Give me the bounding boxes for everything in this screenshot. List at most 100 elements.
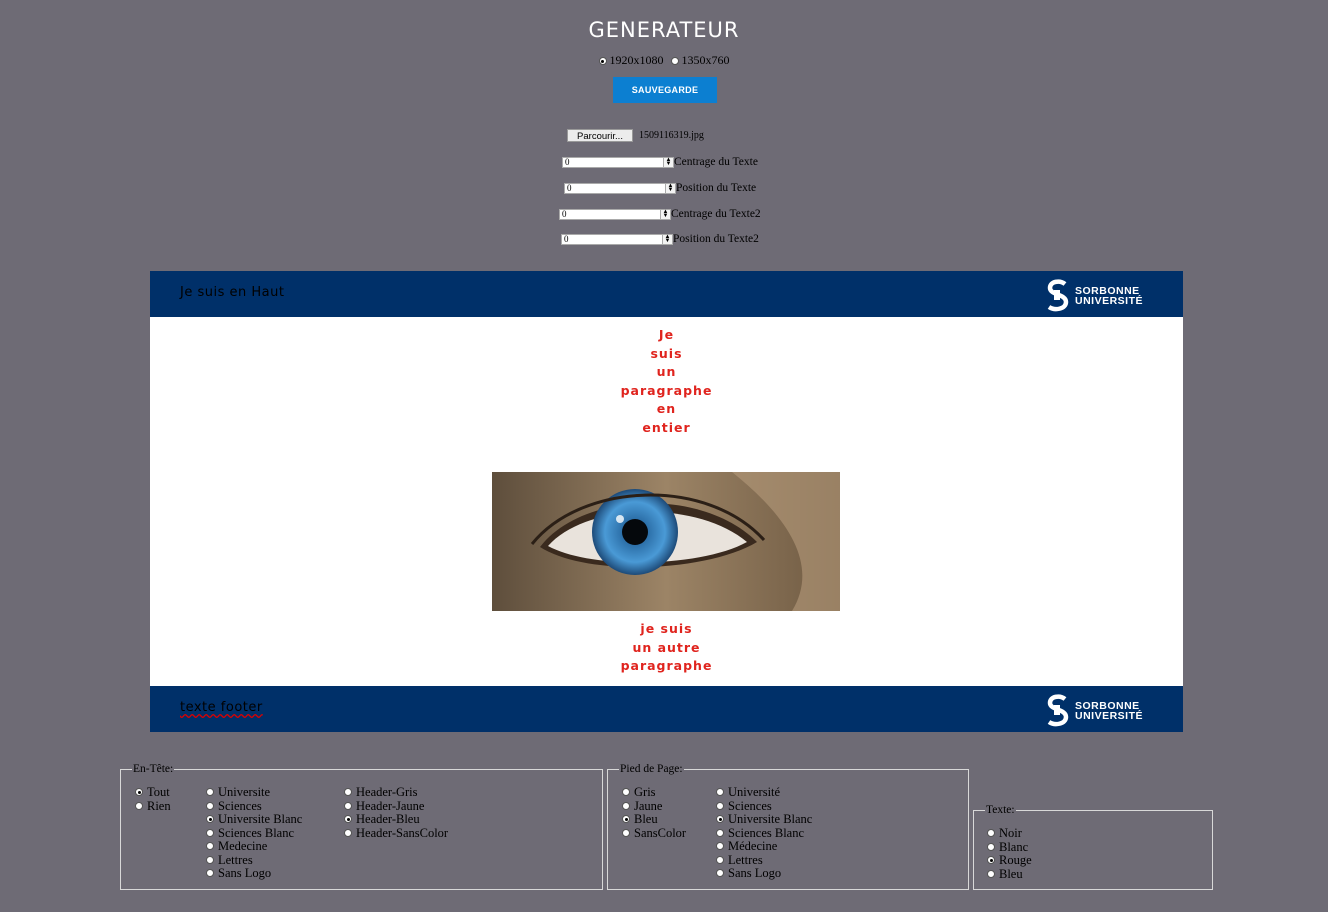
pied-option-gris[interactable]: Gris <box>622 785 656 800</box>
entete-option-lettres[interactable]: Lettres <box>206 852 253 868</box>
centrage-texte-input[interactable]: 0 ▲ ▼ <box>562 156 674 168</box>
paragraph-2: je suis un autre paragraphe <box>150 620 1183 676</box>
paragraph-word: Je <box>658 327 675 342</box>
radio-icon[interactable] <box>344 828 352 837</box>
radio-icon[interactable] <box>716 801 724 810</box>
pied-option-sciences-blanc[interactable]: Sciences Blanc <box>716 826 804 841</box>
radio-icon[interactable] <box>716 828 724 837</box>
centrage-texte2-input[interactable]: 0 ▲ ▼ <box>559 208 671 220</box>
position-texte-row: 0 ▲ ▼ Position du Texte <box>564 182 756 194</box>
option-label: Header-Gris <box>356 785 418 799</box>
texte-option-rouge[interactable]: Rouge <box>987 853 1032 868</box>
sorbonne-logo: SORBONNE UNIVERSITÉ <box>1045 694 1153 727</box>
paragraph-word: un <box>656 364 677 380</box>
resolution-option-1350[interactable]: 1350x760 <box>670 53 730 67</box>
radio-icon[interactable] <box>206 869 214 877</box>
radio-icon[interactable] <box>670 57 679 66</box>
position-texte-input[interactable]: 0 ▲ ▼ <box>564 182 676 194</box>
pied-option-medecine[interactable]: Médecine <box>716 839 778 854</box>
radio-icon[interactable] <box>622 801 630 810</box>
entete-option-header-gris[interactable]: Header-Gris <box>344 785 418 800</box>
pied-option-sciences[interactable]: Sciences <box>716 799 772 814</box>
save-button[interactable]: SAUVEGARDE <box>613 77 717 103</box>
radio-icon[interactable] <box>987 842 995 851</box>
entete-option-universite-blanc[interactable]: Universite Blanc <box>206 812 303 827</box>
entete-option-sciences-blanc[interactable]: Sciences Blanc <box>206 826 294 841</box>
texte-option-bleu[interactable]: Bleu <box>987 866 1023 882</box>
entete-option-universite[interactable]: Universite <box>206 785 271 800</box>
pied-option-bleu[interactable]: Bleu <box>622 812 658 827</box>
radio-icon[interactable] <box>716 788 724 796</box>
paragraph-line: je suis <box>640 621 693 636</box>
option-label: Bleu <box>999 866 1023 881</box>
texte-option-blanc[interactable]: Blanc <box>987 840 1028 855</box>
entete-option-header-jaune[interactable]: Header-Jaune <box>344 799 424 814</box>
centrage-texte2-row: 0 ▲ ▼ Centrage du Texte2 <box>559 208 761 220</box>
input-value: 0 <box>565 156 570 167</box>
radio-icon[interactable] <box>206 801 214 810</box>
option-label: Lettres <box>218 852 253 867</box>
preview-header-bar: Je suis en Haut SORBONNE UNIVERSITÉ <box>150 271 1183 317</box>
resolution-selector: 1920x1080 1350x760 <box>0 53 1328 68</box>
radio-icon[interactable] <box>987 829 995 837</box>
radio-icon[interactable] <box>206 828 214 837</box>
radio-icon[interactable] <box>716 855 724 864</box>
radio-icon[interactable] <box>344 788 352 796</box>
radio-icon[interactable] <box>135 788 143 796</box>
radio-icon[interactable] <box>206 842 214 850</box>
browse-button[interactable]: Parcourir... <box>567 129 633 142</box>
option-label: Rien <box>147 798 171 813</box>
pied-option-universite[interactable]: Université <box>716 785 780 800</box>
position-texte2-input[interactable]: 0 ▲ ▼ <box>561 233 673 245</box>
footer-text-content: texte footer <box>180 700 263 715</box>
pied-option-universite-blanc[interactable]: Universite Blanc <box>716 812 813 827</box>
entete-option-tout[interactable]: Tout <box>135 785 170 800</box>
radio-icon[interactable] <box>716 869 724 877</box>
radio-icon[interactable] <box>716 815 724 823</box>
resolution-label: 1350x760 <box>681 53 730 67</box>
paragraph-line: paragraphe <box>620 658 713 674</box>
field-label: Position du Texte2 <box>673 233 759 245</box>
radio-icon[interactable] <box>987 856 995 864</box>
radio-icon[interactable] <box>344 801 352 810</box>
entete-fieldset: En-Tête: Tout Rien Universite Sciences U… <box>120 762 603 890</box>
radio-icon[interactable] <box>135 801 143 810</box>
field-label: Position du Texte <box>676 182 757 194</box>
paragraph-word: paragraphe <box>620 382 713 398</box>
resolution-option-1920[interactable]: 1920x1080 <box>598 53 667 67</box>
spinner-icon[interactable]: ▲ ▼ <box>665 183 675 193</box>
radio-icon[interactable] <box>987 869 995 878</box>
pied-option-sanscolor[interactable]: SansColor <box>622 826 686 841</box>
radio-icon[interactable] <box>598 57 607 66</box>
spinner-icon[interactable]: ▲ ▼ <box>662 234 672 244</box>
entete-option-sans-logo[interactable]: Sans Logo <box>206 866 271 881</box>
entete-option-rien[interactable]: Rien <box>135 798 171 814</box>
spinner-icon[interactable]: ▲ ▼ <box>660 209 670 219</box>
entete-option-sciences[interactable]: Sciences <box>206 798 262 814</box>
radio-icon[interactable] <box>206 815 214 823</box>
spinner-icon[interactable]: ▲ ▼ <box>663 157 673 167</box>
pied-option-lettres[interactable]: Lettres <box>716 853 763 868</box>
option-label: Sciences <box>218 798 262 813</box>
option-label: Universite <box>218 785 271 799</box>
eye-image-icon <box>492 472 840 611</box>
entete-option-header-bleu[interactable]: Header-Bleu <box>344 812 420 827</box>
radio-icon[interactable] <box>206 855 214 864</box>
option-label: Médecine <box>728 839 778 853</box>
option-label: Header-Bleu <box>356 812 420 826</box>
option-label: Sans Logo <box>728 866 782 880</box>
texte-option-noir[interactable]: Noir <box>987 826 1022 841</box>
pied-option-jaune[interactable]: Jaune <box>622 799 662 814</box>
radio-icon[interactable] <box>206 788 214 796</box>
radio-icon[interactable] <box>344 815 352 823</box>
radio-icon[interactable] <box>622 788 630 796</box>
resolution-label: 1920x1080 <box>609 53 664 67</box>
entete-option-medecine[interactable]: Medecine <box>206 839 267 854</box>
option-label: Universite Blanc <box>728 812 813 826</box>
option-label: Universite Blanc <box>218 812 303 826</box>
radio-icon[interactable] <box>622 815 630 823</box>
radio-icon[interactable] <box>716 842 724 850</box>
pied-option-sans-logo[interactable]: Sans Logo <box>716 866 782 881</box>
entete-option-header-sanscolor[interactable]: Header-SansColor <box>344 826 448 841</box>
radio-icon[interactable] <box>622 828 630 837</box>
